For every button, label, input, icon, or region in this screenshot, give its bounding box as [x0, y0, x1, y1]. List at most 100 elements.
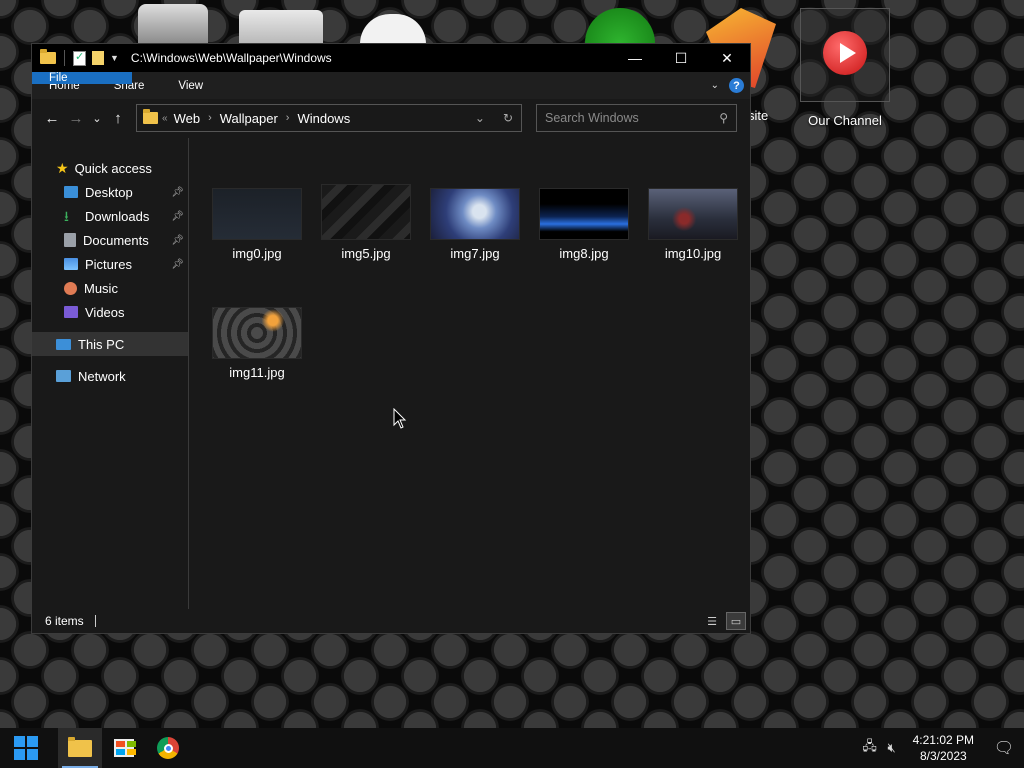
file-item[interactable]: img8.jpg	[534, 188, 634, 261]
mouse-cursor-icon	[393, 408, 407, 429]
nav-label: Documents	[83, 232, 149, 248]
chrome-taskbar-button[interactable]	[146, 728, 190, 768]
desktop-icon-website-label: site	[748, 108, 769, 123]
explorer-window: ▼ C:\Windows\Web\Wallpaper\Windows — ☐ ✕…	[31, 43, 751, 634]
customize-qat-icon[interactable]: ▼	[110, 53, 119, 63]
navigation-pane: ★ Quick access Desktop 📌︎ ⭳ Downloads 📌︎…	[32, 138, 189, 609]
computer-icon	[56, 338, 71, 350]
forward-arrow-icon[interactable]: →	[64, 110, 88, 127]
videos-icon	[64, 306, 78, 318]
nav-label: Quick access	[74, 160, 152, 176]
desktop-icon-label: Our Channel	[808, 113, 882, 128]
notification-center-icon[interactable]: 🗨︎	[984, 738, 1024, 758]
file-list: img0.jpg img5.jpg img7.jpg img8.jpg img1…	[189, 138, 750, 609]
help-icon[interactable]: ?	[729, 78, 744, 93]
large-icons-view-icon[interactable]: ▭	[726, 612, 746, 630]
nav-quick-access[interactable]: ★ Quick access	[32, 156, 188, 180]
maximize-button[interactable]: ☐	[658, 44, 704, 72]
store-icon	[114, 739, 136, 757]
chrome-icon	[157, 737, 179, 759]
up-arrow-icon[interactable]: ↑	[106, 110, 130, 127]
file-item[interactable]: img5.jpg	[316, 184, 416, 261]
file-name: img11.jpg	[229, 365, 285, 380]
nav-label: Desktop	[85, 184, 133, 200]
file-explorer-taskbar-button[interactable]	[58, 728, 102, 768]
divider	[94, 615, 96, 627]
file-item[interactable]: img7.jpg	[425, 188, 525, 261]
desktop-icon-folder[interactable]	[236, 10, 326, 44]
nav-item-music[interactable]: Music	[32, 276, 188, 300]
nav-item-documents[interactable]: Documents 📌︎	[32, 228, 188, 252]
breadcrumb-web[interactable]: Web	[174, 111, 201, 126]
nav-label: Network	[78, 368, 126, 384]
network-icon	[56, 370, 71, 382]
desktop-icon-xbox[interactable]	[575, 8, 665, 44]
tab-view[interactable]: View	[161, 72, 220, 99]
address-dropdown-icon[interactable]: ⌄	[475, 111, 485, 125]
nav-this-pc[interactable]: This PC	[32, 332, 188, 356]
thumbnail-image	[212, 307, 302, 359]
nav-item-desktop[interactable]: Desktop 📌︎	[32, 180, 188, 204]
pin-icon[interactable]: 📌︎	[171, 187, 184, 198]
desktop-icon-recycle-bin[interactable]	[128, 4, 218, 44]
desktop-icon-gamepad[interactable]	[348, 14, 438, 44]
nav-item-pictures[interactable]: Pictures 📌︎	[32, 252, 188, 276]
recent-locations-icon[interactable]: ⌄	[88, 112, 106, 125]
recycle-bin-icon	[138, 4, 208, 44]
store-taskbar-button[interactable]	[102, 728, 146, 768]
network-icon[interactable]: 🖧︎	[859, 737, 881, 759]
title-bar[interactable]: ▼ C:\Windows\Web\Wallpaper\Windows — ☐ ✕	[32, 44, 750, 72]
chevron-right-icon[interactable]: ›	[208, 112, 212, 124]
breadcrumb-windows[interactable]: Windows	[297, 111, 350, 126]
nav-item-videos[interactable]: Videos	[32, 300, 188, 324]
address-overflow[interactable]: «	[162, 113, 168, 124]
thumbnail-image	[539, 188, 629, 240]
folder-icon	[40, 49, 56, 64]
pin-icon[interactable]: 📌︎	[171, 259, 184, 270]
file-name: img10.jpg	[664, 246, 722, 261]
new-folder-icon[interactable]	[92, 51, 104, 65]
minimize-button[interactable]: —	[612, 44, 658, 72]
close-button[interactable]: ✕	[704, 44, 750, 72]
back-arrow-icon[interactable]: ←	[40, 110, 64, 127]
folder-icon	[143, 109, 158, 124]
desktop-icon-our-channel[interactable]: Our Channel	[800, 8, 890, 128]
thumbnail-image	[430, 188, 520, 240]
folder-icon	[68, 736, 92, 757]
navigation-bar: ← → ⌄ ↑ « Web › Wallpaper › Windows ⌄ ↻ …	[32, 99, 750, 137]
file-item[interactable]: img10.jpg	[643, 188, 743, 261]
file-item[interactable]: img0.jpg	[207, 188, 307, 261]
tab-file[interactable]: File	[32, 72, 132, 84]
nav-network[interactable]: Network	[32, 364, 188, 388]
volume-muted-icon[interactable]: 🔇︎	[881, 740, 903, 756]
chevron-right-icon[interactable]: ›	[286, 112, 290, 124]
pin-icon[interactable]: 📌︎	[171, 235, 184, 246]
thumbnail-image	[212, 188, 302, 240]
breadcrumb-wallpaper[interactable]: Wallpaper	[220, 111, 278, 126]
taskbar: 🖧︎ 🔇︎ 4:21:02 PM 8/3/2023 🗨︎	[0, 728, 1024, 768]
search-box[interactable]: ⚲	[536, 104, 737, 132]
start-button[interactable]	[4, 728, 48, 768]
clock[interactable]: 4:21:02 PM 8/3/2023	[903, 732, 984, 764]
nav-label: Pictures	[85, 256, 132, 272]
nav-item-downloads[interactable]: ⭳ Downloads 📌︎	[32, 204, 188, 228]
document-icon	[64, 233, 76, 247]
details-view-icon[interactable]: ☰	[702, 612, 722, 630]
refresh-icon[interactable]: ↻	[503, 111, 513, 125]
gamepad-icon	[360, 14, 426, 44]
thumbnail-image	[321, 184, 411, 240]
file-item[interactable]: img11.jpg	[207, 307, 307, 380]
file-name: img7.jpg	[450, 246, 500, 261]
windows-logo-icon	[14, 736, 38, 760]
window-title: C:\Windows\Web\Wallpaper\Windows	[130, 51, 332, 65]
nav-label: Downloads	[85, 208, 150, 224]
expand-ribbon-icon[interactable]: ⌄	[711, 80, 719, 91]
properties-icon[interactable]	[73, 50, 86, 66]
thumbnail-image	[648, 188, 738, 240]
search-icon[interactable]: ⚲	[719, 111, 728, 125]
pin-icon[interactable]: 📌︎	[171, 211, 184, 222]
play-icon	[823, 31, 867, 75]
search-input[interactable]	[545, 111, 705, 125]
address-bar[interactable]: « Web › Wallpaper › Windows ⌄ ↻	[136, 104, 522, 132]
ribbon: File Home Share View ⌄ ?	[32, 72, 750, 99]
